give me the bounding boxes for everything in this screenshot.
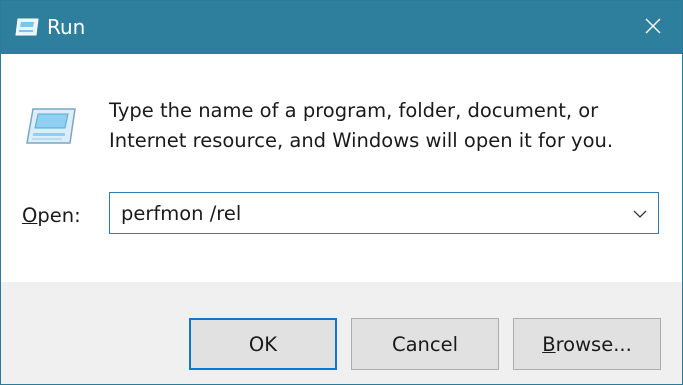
close-button[interactable]	[624, 1, 682, 54]
run-dialog: Run Type the name of a program, folder, …	[0, 0, 683, 385]
run-icon	[14, 17, 40, 37]
ok-button-label: OK	[248, 332, 278, 356]
title-bar[interactable]: Run	[1, 1, 682, 54]
open-label-text: pen:	[37, 204, 81, 227]
cancel-button-label: Cancel	[391, 332, 459, 356]
button-bar: OK Cancel Browse...	[1, 282, 682, 384]
browse-button-label: Browse...	[542, 333, 632, 356]
window-title: Run	[47, 15, 86, 39]
open-combobox[interactable]	[109, 192, 659, 234]
dropdown-button[interactable]	[622, 193, 658, 233]
open-label: Open:	[22, 203, 81, 229]
dialog-body: Type the name of a program, folder, docu…	[1, 54, 682, 282]
cancel-button[interactable]: Cancel	[351, 318, 499, 370]
open-label-mnemonic: O	[22, 204, 38, 227]
dialog-description: Type the name of a program, folder, docu…	[109, 99, 614, 152]
browse-mnemonic: B	[542, 332, 556, 356]
browse-label-text: rowse...	[555, 332, 632, 356]
open-input[interactable]	[110, 193, 620, 233]
run-icon	[23, 106, 79, 146]
chevron-down-icon	[633, 204, 647, 223]
ok-button[interactable]: OK	[189, 318, 337, 370]
close-icon	[644, 17, 662, 39]
browse-button[interactable]: Browse...	[513, 318, 661, 370]
